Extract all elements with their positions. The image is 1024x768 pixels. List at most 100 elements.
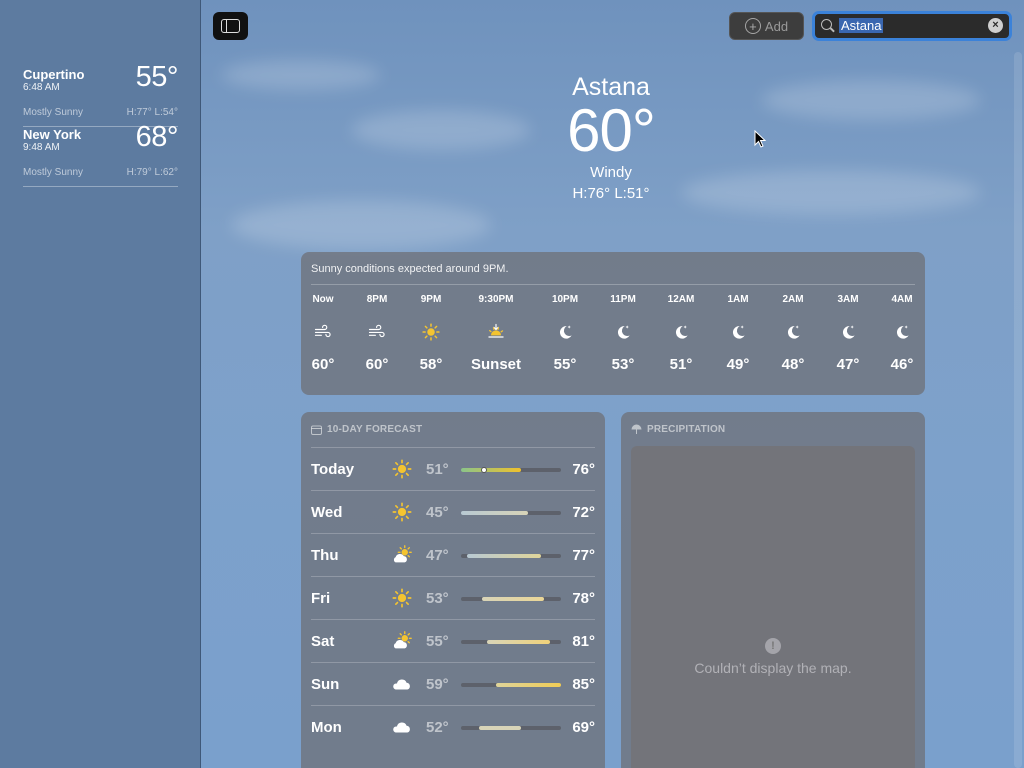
forecast-high: 76° [572,461,595,478]
temperature-range-track [461,726,561,730]
city-time: 9:48 AM [23,142,60,153]
calendar-icon [311,425,322,435]
hour-column: 8PM 60° [347,294,407,373]
ten-day-forecast-panel: 10-DAY FORECAST Today 51° 76° Wed 45° 72° Thu 4… [301,412,605,768]
hourly-forecast-panel: Sunny conditions expected around 9PM. No… [301,252,925,395]
hour-temperature: 58° [419,356,443,373]
forecast-low: 53° [426,590,449,607]
hour-column: 9PM 58° [401,294,461,373]
hour-temperature: 60° [365,356,389,373]
search-input[interactable]: Astana × [812,11,1012,41]
forecast-day: Sat [311,633,335,650]
forecast-day: Today [311,461,355,478]
precipitation-header: PRECIPITATION [631,424,725,435]
forecast-row[interactable]: Fri 53° 78° [311,576,595,619]
forecast-day: Wed [311,504,343,521]
moon-stars-icon [842,325,855,339]
forecast-high: 85° [572,676,595,693]
forecast-day: Thu [311,547,339,564]
umbrella-icon [631,424,642,434]
cloud-icon [393,722,410,733]
hour-temperature: 46° [890,356,914,373]
hour-column: 10PM 55° [535,294,595,373]
add-button[interactable]: + Add [729,12,804,40]
forecast-high: 72° [572,504,595,521]
precipitation-map[interactable]: ! Couldn’t display the map. [631,446,915,768]
forecast-row[interactable]: Today 51° 76° [311,447,595,490]
clear-search-icon[interactable]: × [988,18,1003,33]
forecast-low: 52° [426,719,449,736]
sun-icon [392,502,412,522]
hour-column: 4AM 46° [872,294,932,373]
hourly-summary: Sunny conditions expected around 9PM. [311,263,509,275]
forecast-row[interactable]: Thu 47° 77° [311,533,595,576]
hour-temperature: 55° [553,356,577,373]
moon-stars-icon [732,325,745,339]
hour-label: 2AM [782,294,804,305]
forecast-high: 77° [572,547,595,564]
ten-day-header: 10-DAY FORECAST [311,424,422,435]
city-card-cupertino[interactable]: Cupertino 6:48 AM 55° Mostly Sunny H:77°… [23,61,179,127]
hour-temperature: 51° [669,356,693,373]
temperature-range-track [461,554,561,558]
city-hilo: H:79° L:62° [126,167,178,178]
hour-column: 11PM 53° [593,294,653,373]
hour-temperature: 48° [781,356,805,373]
city-name: Cupertino [23,67,85,82]
search-value: Astana [839,18,884,33]
temperature-range-track [461,467,561,473]
search-icon [821,19,832,30]
precipitation-title: PRECIPITATION [647,424,726,435]
forecast-day: Fri [311,590,331,607]
hour-label: 9:30PM [478,294,514,305]
forecast-day: Sun [311,676,340,693]
sidebar: Cupertino 6:48 AM 55° Mostly Sunny H:77°… [0,0,201,768]
temperature-range-bar [496,683,561,687]
hour-column: 3AM 47° [818,294,878,373]
forecast-high: 78° [572,590,595,607]
precipitation-panel: PRECIPITATION ! Couldn’t display the map… [621,412,925,768]
hour-temperature: 60° [311,356,335,373]
sidebar-toggle-button[interactable] [213,12,248,40]
temperature-range-bar [461,511,528,515]
forecast-row[interactable]: Sat 55° 81° [311,619,595,662]
hour-column: 2AM 48° [763,294,823,373]
hour-column: 9:30PM Sunset [466,294,526,373]
forecast-row[interactable]: Sun 59° 85° [311,662,595,705]
cloud-icon [393,679,410,690]
background-cloud [221,60,381,90]
hour-column: 12AM 51° [651,294,711,373]
forecast-low: 47° [426,547,449,564]
forecast-row[interactable]: Mon 52° 69° [311,705,595,748]
city-temp: 68° [135,121,179,153]
city-hilo: H:77° L:54° [126,107,178,118]
city-temp: 55° [135,61,179,93]
city-card-new-york[interactable]: New York 9:48 AM 68° Mostly Sunny H:79° … [23,121,179,187]
temperature-range-bar [487,640,550,644]
sunset-icon [488,323,504,338]
forecast-row[interactable]: Wed 45° 72° [311,490,595,533]
current-condition: Windy [590,164,632,181]
background-cloud [681,170,981,215]
moon-stars-icon [675,325,688,339]
hour-temperature: 53° [611,356,635,373]
current-weather: Astana 60° Windy H:76° L:51° [511,72,711,202]
city-time: 6:48 AM [23,82,60,93]
moon-stars-icon [559,325,572,339]
hour-label: Now [312,294,334,305]
hour-label: 4AM [891,294,913,305]
scrollbar[interactable] [1014,52,1022,768]
divider [311,284,915,285]
partly-cloudy-icon [393,545,412,563]
city-condition: Mostly Sunny [23,107,84,118]
temperature-range-bar [461,468,521,472]
background-cloud [761,80,981,120]
partly-cloudy-icon [393,631,412,649]
add-button-label: Add [764,18,789,34]
hour-label: 11PM [610,294,636,305]
temperature-range-track [461,511,561,515]
hour-temperature: Sunset [470,356,521,373]
hour-label: 8PM [366,294,388,305]
weather-main: + Add Astana × Astana 60° Windy H:76° L:… [201,0,1024,768]
forecast-low: 55° [426,633,449,650]
